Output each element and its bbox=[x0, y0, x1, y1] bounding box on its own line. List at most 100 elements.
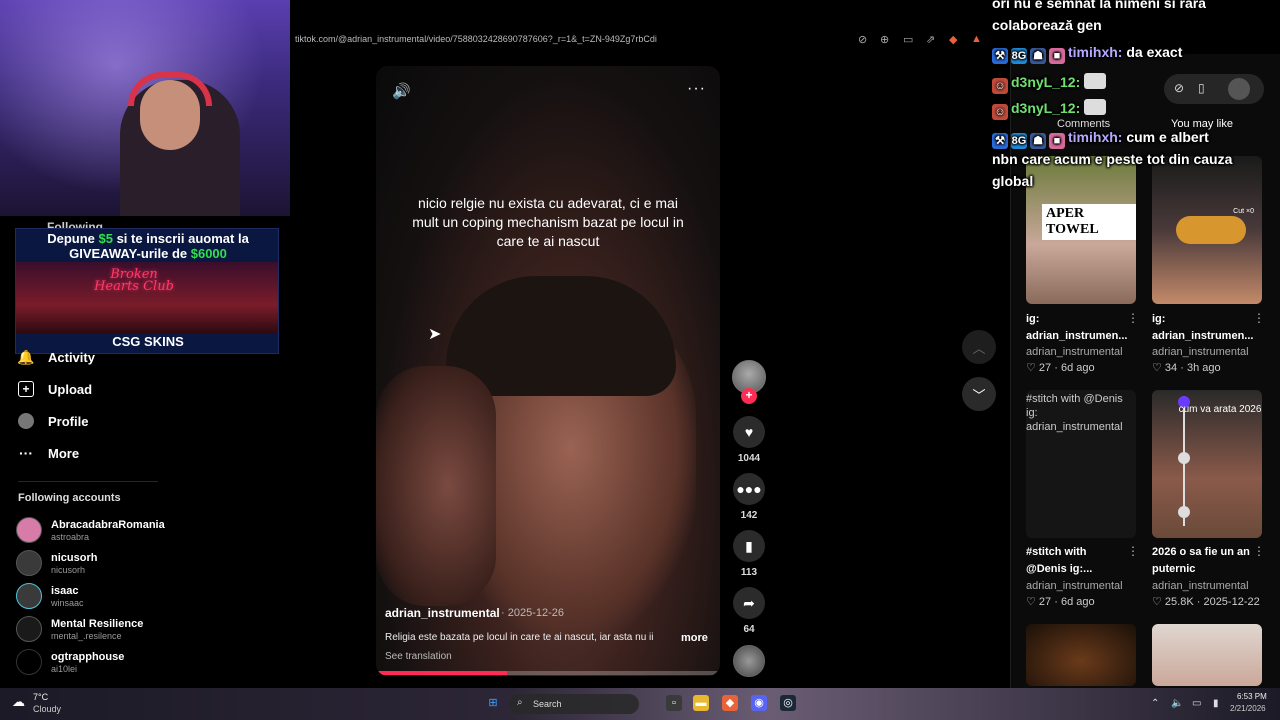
chat-message-continued: nbn care acum e peste tot din cauza glob… bbox=[992, 151, 1233, 189]
steam-icon[interactable]: ◎ bbox=[780, 695, 796, 711]
chat-message: ⚒ 8G ☗ ■ timihxh: da exact bbox=[992, 41, 1182, 64]
recommended-video-stats: ♡ 25.8K · 2025-12-22 bbox=[1152, 596, 1260, 608]
tray-chevron-icon[interactable]: ⌃ bbox=[1151, 698, 1159, 709]
mouse-cursor-icon: ➤ bbox=[428, 326, 442, 343]
music-disc-avatar[interactable] bbox=[733, 645, 765, 677]
zoom-icon[interactable]: ⊕ bbox=[880, 33, 889, 46]
recommended-video-title[interactable]: 2026 o sa fie un an puternic bbox=[1152, 544, 1256, 578]
kebab-menu-icon[interactable]: ⋮ bbox=[1253, 311, 1265, 325]
following-account[interactable]: nicusorh nicusorh bbox=[16, 550, 97, 576]
like-action[interactable]: ♥ 1044 bbox=[732, 416, 766, 464]
weather-temperature[interactable]: 7°C bbox=[33, 692, 48, 702]
description-more-button[interactable]: more bbox=[681, 632, 708, 644]
video-progress-bar[interactable] bbox=[376, 671, 720, 675]
share-icon[interactable]: ⇗ bbox=[926, 33, 935, 46]
next-video-button[interactable]: ﹀ bbox=[962, 377, 996, 411]
sidebar-item-more[interactable]: ··· More bbox=[18, 442, 79, 464]
avatar bbox=[16, 583, 42, 609]
cat-emote-icon bbox=[1084, 99, 1107, 115]
following-account[interactable]: AbracadabraRomania astroabra bbox=[16, 517, 165, 543]
sidebar-item-activity[interactable]: 🔔 Activity bbox=[17, 346, 95, 368]
previous-video-button[interactable]: ︿ bbox=[962, 330, 996, 364]
comment-icon[interactable]: ●●● bbox=[733, 473, 765, 505]
following-account[interactable]: ogtrapphouse ai10lei bbox=[16, 649, 124, 675]
network-icon[interactable]: ▭ bbox=[1192, 698, 1201, 709]
gift-badge-icon: ■ bbox=[1049, 133, 1065, 149]
kebab-menu-icon[interactable]: ⋮ bbox=[1127, 544, 1139, 558]
promo-line-2: GIVEAWAY-urile de $6000 bbox=[69, 246, 227, 261]
recommended-video-thumbnail[interactable]: #stitch with @Denis ig: adrian_instrumen… bbox=[1026, 390, 1136, 538]
rewards-icon[interactable]: ▲ bbox=[971, 33, 982, 45]
follow-button[interactable]: + bbox=[741, 388, 757, 404]
sidebar-item-following-partial[interactable]: Following bbox=[47, 220, 103, 228]
user-badge-icon: ☺ bbox=[992, 104, 1008, 120]
share-arrow-icon[interactable]: ➦ bbox=[733, 587, 765, 619]
brave-browser-icon[interactable]: ◆ bbox=[722, 695, 738, 711]
timeline-dot bbox=[1178, 452, 1190, 464]
comment-count: 142 bbox=[740, 510, 758, 521]
chat-message: ⚒ 8G ☗ ■ timihxh: cum e albert bbox=[992, 126, 1209, 149]
bell-icon: 🔔 bbox=[17, 348, 35, 365]
more-options-icon[interactable]: ··· bbox=[687, 80, 706, 98]
sub-badge-icon: 8G bbox=[1011, 48, 1027, 64]
recommended-video-thumbnail[interactable]: cum va arata 2026 bbox=[1152, 390, 1262, 538]
save-action[interactable]: ▮ 113 bbox=[732, 530, 766, 578]
taskbar-date[interactable]: 2/21/2026 bbox=[1230, 704, 1266, 713]
bookmark-icon[interactable]: ▮ bbox=[733, 530, 765, 562]
see-translation-link[interactable]: See translation bbox=[385, 651, 452, 662]
sidebar-item-profile[interactable]: Profile bbox=[18, 410, 88, 432]
chat-message: ori nu e semnat la nimeni si rara colabo… bbox=[992, 0, 1206, 33]
recommended-video-thumbnail[interactable] bbox=[1152, 624, 1262, 686]
video-player[interactable]: 🔊 ··· nicio relgie nu exista cu adevarat… bbox=[376, 66, 720, 676]
chat-message: ☺ d3nyL_12: bbox=[992, 71, 1109, 94]
sidebar-item-upload[interactable]: + Upload bbox=[18, 378, 92, 400]
recommended-video-title[interactable]: ig: adrian_instrumen... bbox=[1026, 311, 1130, 345]
file-explorer-icon[interactable]: ▬ bbox=[693, 695, 709, 711]
chat-message: ☺ d3nyL_12: bbox=[992, 97, 1109, 120]
battery-icon[interactable]: ▮ bbox=[1213, 698, 1219, 709]
taskbar-search[interactable]: Search bbox=[509, 694, 639, 714]
video-author[interactable]: adrian_instrumental bbox=[385, 606, 500, 620]
recommended-video-stats: ♡ 27 · 6d ago bbox=[1026, 362, 1095, 374]
volume-icon[interactable]: 🔊 bbox=[392, 82, 411, 100]
plus-square-icon: + bbox=[18, 381, 34, 397]
task-view-icon[interactable]: ▫ bbox=[666, 695, 682, 711]
recommended-video-author[interactable]: adrian_instrumental bbox=[1026, 346, 1123, 358]
promo-club-logo: Broken Hearts Club bbox=[94, 267, 174, 294]
recommended-video-author[interactable]: adrian_instrumental bbox=[1026, 580, 1123, 592]
kebab-menu-icon[interactable]: ⋮ bbox=[1127, 311, 1139, 325]
avatar bbox=[16, 550, 42, 576]
windows-start-icon[interactable]: ⊞ bbox=[485, 695, 501, 711]
recommended-video-thumbnail[interactable] bbox=[1026, 624, 1136, 686]
compass-icon[interactable]: ⊘ bbox=[1174, 81, 1184, 95]
recommended-video-title[interactable]: #stitch with @Denis ig:... bbox=[1026, 544, 1130, 578]
recommended-video-stats: ♡ 27 · 6d ago bbox=[1026, 596, 1095, 608]
translate-icon[interactable]: ⊘ bbox=[858, 33, 867, 46]
recommended-video-author[interactable]: adrian_instrumental bbox=[1152, 580, 1249, 592]
heart-icon[interactable]: ♥ bbox=[733, 416, 765, 448]
user-avatar-icon[interactable] bbox=[1228, 78, 1250, 100]
recommended-video-author[interactable]: adrian_instrumental bbox=[1152, 346, 1249, 358]
video-progress-fill bbox=[376, 671, 507, 675]
share-count: 64 bbox=[743, 624, 755, 635]
brave-shield-icon[interactable]: ◆ bbox=[949, 33, 957, 46]
cast-icon[interactable]: ▭ bbox=[903, 33, 913, 46]
following-account[interactable]: isaac winsaac bbox=[16, 583, 84, 609]
discord-icon[interactable]: ◉ bbox=[751, 695, 767, 711]
phone-icon[interactable]: ▯ bbox=[1198, 81, 1205, 95]
bread-image bbox=[1176, 216, 1246, 244]
hammer-badge-icon: ⚒ bbox=[992, 133, 1008, 149]
kebab-menu-icon[interactable]: ⋮ bbox=[1253, 544, 1265, 558]
following-account[interactable]: Mental Resilience mental_.resilence bbox=[16, 616, 143, 642]
weather-cloud-icon: ☁ bbox=[12, 694, 25, 709]
taskbar-time[interactable]: 6:53 PM bbox=[1237, 692, 1267, 701]
recommended-video-title[interactable]: ig: adrian_instrumen... bbox=[1152, 311, 1256, 345]
weather-condition[interactable]: Cloudy bbox=[33, 704, 61, 714]
video-description: Religia este bazata pe locul in care te … bbox=[385, 632, 654, 643]
save-count: 113 bbox=[740, 567, 758, 578]
address-bar-url[interactable]: tiktok.com/@adrian_instrumental/video/75… bbox=[295, 34, 657, 44]
share-action[interactable]: ➦ 64 bbox=[732, 587, 766, 635]
volume-tray-icon[interactable]: 🔈 bbox=[1171, 698, 1183, 709]
user-badge-icon: ☺ bbox=[992, 78, 1008, 94]
comment-action[interactable]: ●●● 142 bbox=[732, 473, 766, 521]
